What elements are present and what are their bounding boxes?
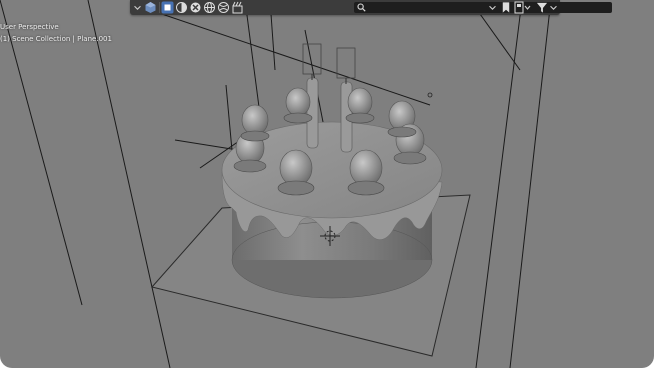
chevron-down-icon[interactable] [487,1,498,14]
world-icon[interactable] [203,1,216,14]
chevron-down-icon[interactable] [548,1,559,14]
rendered-shading-icon[interactable] [189,1,202,14]
globe-icon[interactable] [217,1,230,14]
solid-shading-icon[interactable] [161,1,174,14]
chevron-down-icon[interactable] [132,1,143,14]
gizmo-icon[interactable] [144,1,157,14]
viewport-header [130,0,612,15]
view-mode-label: User Perspective [0,23,59,31]
display-filter-icon[interactable] [514,1,532,14]
collection-info-label: (1) Scene Collection | Plane.001 [0,35,112,43]
3d-viewport[interactable]: User Perspective (1) Scene Collection | … [0,0,654,368]
render-animation-icon[interactable] [231,1,244,14]
scene-render[interactable] [0,0,654,368]
search-input[interactable] [354,2,612,13]
bookmark-icon[interactable] [500,1,512,14]
filter-icon[interactable] [536,1,548,14]
light-indicator [427,92,433,98]
material-shading-icon[interactable] [175,1,188,14]
search-icon [357,3,366,12]
